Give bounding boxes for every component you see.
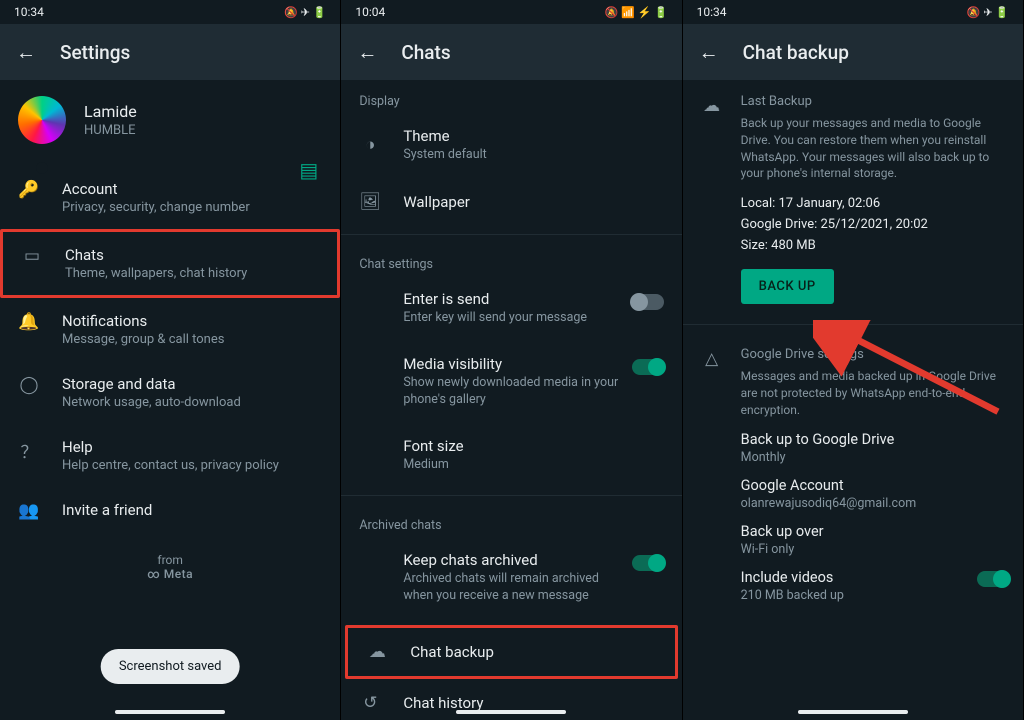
gdrive-heading: Google Drive settings — [741, 347, 1005, 362]
status-bar: 10:04 🔕 📶 ⚡ 🔋 — [341, 0, 681, 24]
row-notifications[interactable]: 🔔 Notifications Message, group & call to… — [0, 298, 340, 361]
row-google-account[interactable]: Google Account olanrewajusodiq64@gmail.c… — [741, 465, 1005, 511]
status-icons: 🔕 📶 ⚡ 🔋 — [605, 6, 668, 19]
row-help[interactable]: ？ Help Help centre, contact us, privacy … — [0, 424, 340, 487]
wallpaper-icon: 🖼 — [359, 192, 381, 212]
nav-handle[interactable] — [798, 710, 908, 714]
row-backup-frequency[interactable]: Back up to Google Drive Monthly — [741, 419, 1005, 465]
bell-icon: 🔔 — [18, 312, 40, 332]
row-chat-backup[interactable]: ☁ Chat backup — [345, 625, 677, 679]
last-backup-block: ☁ Last Backup Back up your messages and … — [683, 80, 1023, 316]
switch-keep-archived[interactable] — [632, 555, 664, 571]
back-icon[interactable]: ← — [16, 40, 36, 65]
from-meta: from ∞ Meta — [0, 553, 340, 581]
backup-size: Size: 480 MB — [741, 238, 1005, 253]
row-enter-is-send[interactable]: Enter is send Enter key will send your m… — [341, 276, 681, 341]
screen-settings: 10:34 🔕 ✈ 🔋 ← Settings Lamide HUMBLE ▤ 🔑… — [0, 0, 341, 720]
row-invite[interactable]: 👥 Invite a friend — [0, 487, 340, 535]
row-account[interactable]: 🔑 Account Privacy, security, change numb… — [0, 166, 340, 229]
switch-enter-is-send[interactable] — [632, 294, 664, 310]
profile-name: Lamide — [84, 102, 137, 121]
gdrive-settings-block: △ Google Drive settings Messages and med… — [683, 333, 1023, 608]
last-backup-desc: Back up your messages and media to Googl… — [741, 115, 1005, 182]
page-title: Settings — [60, 41, 130, 64]
row-font-size[interactable]: Font size Medium — [341, 423, 681, 488]
switch-media-visibility[interactable] — [632, 359, 664, 375]
row-keep-archived[interactable]: Keep chats archived Archived chats will … — [341, 537, 681, 619]
key-icon: 🔑 — [18, 180, 40, 200]
section-archived: Archived chats — [341, 504, 681, 537]
content: Lamide HUMBLE ▤ 🔑 Account Privacy, secur… — [0, 80, 340, 720]
theme-icon: ◑ — [359, 135, 381, 155]
back-icon[interactable]: ← — [357, 40, 377, 65]
screen-chat-backup: 10:34 🔕 ✈ 🔋 ← Chat backup ☁ Last Backup … — [683, 0, 1024, 720]
row-wallpaper[interactable]: 🖼 Wallpaper — [341, 178, 681, 226]
help-icon: ？ — [18, 438, 40, 463]
section-chatsettings: Chat settings — [341, 243, 681, 276]
cloud-upload-icon: ☁ — [701, 96, 723, 310]
drive-backup: Google Drive: 25/12/2021, 20:02 — [741, 217, 1005, 232]
cloud-upload-icon: ☁ — [366, 642, 388, 662]
profile-row[interactable]: Lamide HUMBLE — [0, 80, 340, 166]
last-backup-heading: Last Backup — [741, 94, 1005, 109]
row-chats[interactable]: ▭ Chats Theme, wallpapers, chat history — [0, 229, 340, 298]
page-title: Chat backup — [743, 41, 849, 64]
app-bar: ← Chat backup — [683, 24, 1023, 80]
nav-handle[interactable] — [115, 710, 225, 714]
page-title: Chats — [401, 41, 450, 64]
status-icons: 🔕 ✈ 🔋 — [967, 6, 1009, 19]
people-icon: 👥 — [18, 501, 40, 521]
gdrive-desc: Messages and media backed up in Google D… — [741, 368, 1005, 418]
nav-handle[interactable] — [456, 710, 566, 714]
content: Display ◑ Theme System default 🖼 Wallpap… — [341, 80, 681, 720]
history-icon: ↺ — [359, 693, 381, 713]
clock: 10:34 — [14, 5, 44, 19]
app-bar: ← Settings — [0, 24, 340, 80]
row-storage[interactable]: ◯ Storage and data Network usage, auto-d… — [0, 361, 340, 424]
data-icon: ◯ — [18, 375, 40, 395]
toast: Screenshot saved — [101, 649, 240, 684]
row-backup-over[interactable]: Back up over Wi-Fi only — [741, 511, 1005, 557]
section-display: Display — [341, 80, 681, 113]
backup-button[interactable]: BACK UP — [741, 269, 834, 304]
row-include-videos[interactable]: Include videos 210 MB backed up — [741, 557, 1005, 603]
status-bar: 10:34 🔕 ✈ 🔋 — [683, 0, 1023, 24]
screen-chats: 10:04 🔕 📶 ⚡ 🔋 ← Chats Display ◑ Theme Sy… — [341, 0, 682, 720]
local-backup: Local: 17 January, 02:06 — [741, 196, 1005, 211]
row-theme[interactable]: ◑ Theme System default — [341, 113, 681, 178]
back-icon[interactable]: ← — [699, 40, 719, 65]
status-bar: 10:34 🔕 ✈ 🔋 — [0, 0, 340, 24]
content: ☁ Last Backup Back up your messages and … — [683, 80, 1023, 720]
app-bar: ← Chats — [341, 24, 681, 80]
google-drive-icon: △ — [701, 349, 723, 602]
switch-include-videos[interactable] — [977, 571, 1009, 587]
row-media-visibility[interactable]: Media visibility Show newly downloaded m… — [341, 341, 681, 423]
status-icons: 🔕 ✈ 🔋 — [284, 6, 326, 19]
clock: 10:04 — [355, 5, 385, 19]
clock: 10:34 — [697, 5, 727, 19]
qr-icon[interactable]: ▤ — [299, 158, 318, 182]
avatar — [18, 96, 66, 144]
profile-status: HUMBLE — [84, 123, 137, 138]
chat-icon: ▭ — [21, 246, 43, 266]
